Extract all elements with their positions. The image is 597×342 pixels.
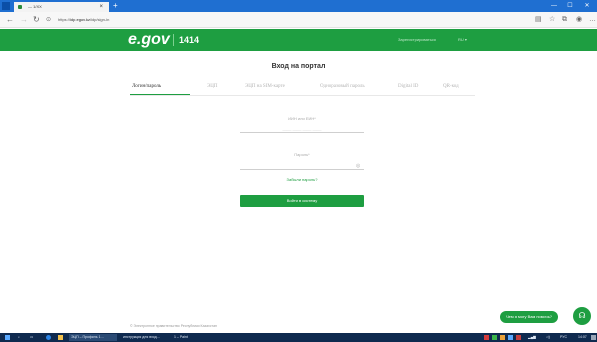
login-button[interactable]: Войти в систему xyxy=(240,195,364,207)
close-window-button[interactable]: ✕ xyxy=(580,0,594,12)
tab-favicon-icon xyxy=(18,5,22,9)
language-selector[interactable]: RU ▾ xyxy=(458,37,467,43)
iin-input[interactable] xyxy=(240,125,364,133)
tab-qr-code[interactable]: QR-код xyxy=(443,82,459,92)
clock[interactable]: 14:07 xyxy=(578,334,587,341)
edge-icon[interactable] xyxy=(46,335,51,340)
browser-tab[interactable]: — 1/XX × xyxy=(14,2,109,12)
chat-prompt-bubble[interactable]: Чем я могу Вам помочь? xyxy=(500,311,558,323)
search-icon[interactable]: ⌕ xyxy=(18,334,20,341)
egov-logo[interactable]: e.gov xyxy=(128,31,170,49)
reader-icon[interactable]: ▤ xyxy=(535,15,542,25)
forward-icon[interactable]: → xyxy=(20,15,28,25)
login-method-tabs: Логин/пароль ЭЦП ЭЦП на SIM-карте Однора… xyxy=(130,82,475,96)
tray-icon-5[interactable] xyxy=(516,335,521,340)
tab-login-password[interactable]: Логин/пароль xyxy=(132,82,161,92)
url-path: /idp/sign-in xyxy=(89,17,110,22)
tab-one-time-password[interactable]: Одноразовый пароль xyxy=(320,82,365,92)
taskbar-app-word[interactable]: инструкция для вход… xyxy=(121,334,169,341)
site-header: e.gov 1414 Зарегистрироваться RU ▾ xyxy=(0,29,597,51)
taskbar-app-paint[interactable]: 1 – Paint xyxy=(172,334,200,341)
tray-icon-1[interactable] xyxy=(484,335,489,340)
tray-icon-4[interactable] xyxy=(508,335,513,340)
browser-tab-strip: — 1/XX × + — ☐ ✕ xyxy=(0,0,597,12)
tray-icon-3[interactable] xyxy=(500,335,505,340)
profile-icon[interactable]: ◉ xyxy=(576,15,582,25)
url-host: idp.egov.kz xyxy=(70,17,90,22)
more-icon[interactable]: … xyxy=(589,15,596,25)
tab-eds-sim[interactable]: ЭЦП на SIM-карте xyxy=(245,82,285,92)
footer-copyright: © Электронное правительство Республики К… xyxy=(130,324,217,328)
browser-address-bar: ← → ↻ ⊙ https://idp.egov.kz/idp/sign-in … xyxy=(0,12,597,28)
explorer-icon[interactable] xyxy=(58,335,63,340)
network-icon[interactable]: ▂▄▆ xyxy=(528,334,536,341)
url-field[interactable]: https://idp.egov.kz/idp/sign-in xyxy=(58,15,498,25)
lock-icon[interactable]: ⊙ xyxy=(46,15,51,25)
task-view-icon[interactable]: ▭ xyxy=(30,334,33,341)
notifications-icon[interactable] xyxy=(591,335,596,340)
password-input[interactable] xyxy=(240,162,364,170)
minimize-button[interactable]: — xyxy=(547,0,561,12)
tab-digital-id[interactable]: Digital ID xyxy=(398,82,418,92)
iin-label: ИИН или ЕИН* xyxy=(288,116,316,121)
login-title: Вход на портал xyxy=(271,63,326,70)
tab-close-icon[interactable]: × xyxy=(99,2,103,12)
call-center-number: 1414 xyxy=(179,35,200,45)
favorite-icon[interactable]: ☆ xyxy=(549,15,555,25)
new-tab-button[interactable]: + xyxy=(113,1,118,11)
taskbar-app-edge-label: ЭЦП – Профиль 1… xyxy=(71,335,105,339)
keyboard-language[interactable]: РУС xyxy=(560,334,567,341)
logo-divider xyxy=(173,34,174,46)
show-password-icon[interactable]: ◎ xyxy=(356,163,360,169)
taskbar-app-edge[interactable]: ЭЦП – Профиль 1… xyxy=(69,334,117,341)
password-label: Пароль* xyxy=(294,152,310,157)
active-tab-indicator xyxy=(130,94,190,95)
window-menu-icon[interactable] xyxy=(2,2,10,10)
headset-icon[interactable]: ☊ xyxy=(573,307,591,325)
tray-icon-2[interactable] xyxy=(492,335,497,340)
tabs-divider xyxy=(130,95,475,96)
start-icon[interactable] xyxy=(5,335,10,340)
tab-eds[interactable]: ЭЦП xyxy=(207,82,218,92)
forgot-password-link[interactable]: Забыли пароль? xyxy=(240,177,364,182)
windows-taskbar: ⌕ ▭ ЭЦП – Профиль 1… инструкция для вход… xyxy=(0,333,597,342)
collections-icon[interactable]: ⧉ xyxy=(562,15,567,25)
url-prefix: https:// xyxy=(58,17,71,22)
register-link[interactable]: Зарегистрироваться xyxy=(398,37,436,43)
maximize-button[interactable]: ☐ xyxy=(563,0,577,12)
taskbar-app-word-label: инструкция для вход… xyxy=(123,335,161,339)
refresh-icon[interactable]: ↻ xyxy=(33,15,40,25)
taskbar-app-paint-label: 1 – Paint xyxy=(174,335,188,339)
volume-icon[interactable]: ◁) xyxy=(546,334,550,341)
tab-title: — 1/XX xyxy=(28,4,42,9)
back-icon[interactable]: ← xyxy=(6,15,14,25)
